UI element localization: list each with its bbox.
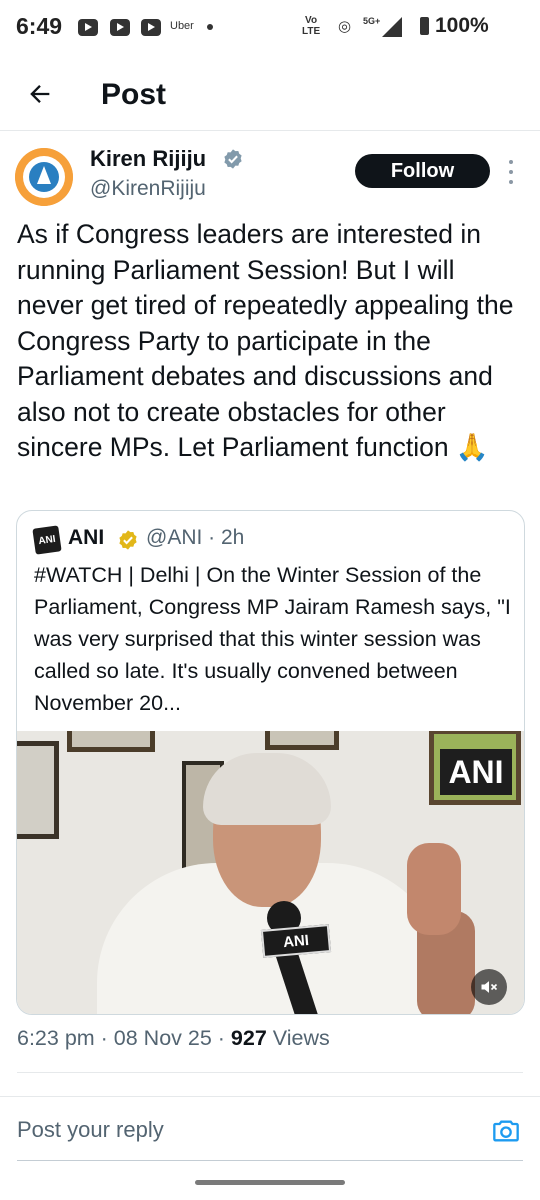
post-timestamp: 6:23 pm · 08 Nov 25 ·: [17, 1026, 231, 1050]
more-options-icon[interactable]: [506, 160, 516, 184]
home-indicator[interactable]: [195, 1180, 345, 1185]
wall-frame: [67, 731, 155, 752]
speaker-hand: [407, 843, 461, 935]
post-meta: 6:23 pm · 08 Nov 25 · 927 Views: [17, 1026, 330, 1051]
wall-frame: [265, 731, 339, 750]
ani-watermark: ANI: [440, 749, 512, 795]
author-handle[interactable]: @KirenRijiju: [90, 177, 206, 201]
verified-badge-icon: [119, 530, 137, 550]
volte-label: Vo LTE: [302, 15, 321, 37]
quoted-text: #WATCH | Delhi | On the Winter Session o…: [34, 563, 511, 715]
author-name[interactable]: Kiren Rijiju: [90, 146, 206, 172]
quoted-handle-time: @ANI · 2h: [146, 526, 245, 549]
hotspot-icon: ◎: [338, 18, 352, 35]
wall-frame: [17, 741, 59, 839]
views-count: 927: [230, 1026, 267, 1050]
ani-logo: ANI: [32, 525, 62, 555]
battery-icon: [420, 17, 429, 35]
engagement-stats: [17, 1072, 523, 1095]
status-time: 6:49: [16, 13, 63, 39]
verified-badge-icon: [224, 149, 242, 169]
battery-percent: 100%: [435, 14, 489, 37]
youtube-icon: [141, 19, 161, 36]
uber-notification-label: Uber: [170, 20, 194, 32]
page-title: Post: [101, 78, 167, 111]
quoted-post[interactable]: ANI ANI @ANI · 2h #WATCH | Delhi | On th…: [16, 510, 525, 1015]
views-label: Views: [266, 1026, 330, 1050]
mic-label: ANI: [260, 924, 332, 958]
camera-icon[interactable]: [490, 1117, 522, 1145]
post-header: Post: [0, 62, 540, 131]
network-type-label: 5G+: [363, 16, 381, 26]
author-avatar[interactable]: [15, 148, 73, 206]
follow-button[interactable]: Follow: [355, 154, 490, 188]
reply-underline: [17, 1160, 523, 1161]
youtube-icon: [78, 19, 98, 36]
volume-muted-icon[interactable]: [471, 969, 507, 1005]
reply-input[interactable]: Post your reply: [17, 1117, 164, 1143]
post-text: As if Congress leaders are interested in…: [17, 219, 514, 462]
signal-icon: [382, 17, 402, 37]
youtube-icon: [110, 19, 130, 36]
quoted-author-name: ANI: [68, 526, 105, 549]
video-thumbnail[interactable]: ANI ANI: [17, 731, 524, 1014]
status-bar: 6:49 Uber Vo LTE ◎ 5G+ 100%: [0, 0, 540, 56]
more-notifications-dot: [207, 24, 213, 30]
arrow-left-icon[interactable]: [26, 80, 54, 108]
